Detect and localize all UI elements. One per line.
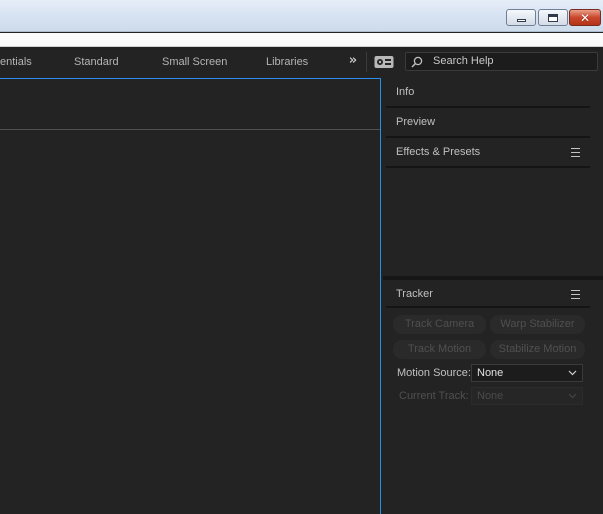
workspace-overflow-icon[interactable]: » (345, 52, 361, 70)
chevron-down-icon (568, 370, 577, 376)
info-panel-tab[interactable]: Info (386, 78, 590, 108)
effects-panel-menu-icon[interactable] (571, 148, 580, 157)
effects-presets-title: Effects & Presets (396, 146, 481, 158)
current-track-value: None (477, 390, 504, 402)
search-help-field[interactable] (405, 52, 598, 71)
tracker-panel-menu-icon[interactable] (571, 290, 580, 299)
workspace-tab-small-screen[interactable]: Small Screen (162, 48, 227, 76)
search-icon (411, 56, 423, 68)
menu-bar (0, 33, 603, 47)
composition-panel[interactable] (0, 78, 381, 514)
close-button[interactable]: ✕ (569, 9, 601, 26)
warp-stabilizer-button[interactable]: Warp Stabilizer (490, 315, 585, 334)
minimize-icon (516, 18, 526, 22)
window-titlebar: ✕ (0, 0, 603, 32)
workspace-tab-essentials[interactable]: entials (0, 48, 32, 76)
track-camera-button[interactable]: Track Camera (393, 315, 486, 334)
maximize-button[interactable] (538, 9, 568, 26)
minimize-button[interactable] (506, 9, 536, 26)
motion-source-select[interactable]: None (471, 364, 583, 382)
track-motion-button[interactable]: Track Motion (393, 340, 486, 359)
effects-presets-panel: Effects & Presets (386, 138, 590, 276)
workspace-tab-libraries[interactable]: Libraries (266, 48, 308, 76)
tracker-panel: Tracker Track Camera Warp Stabilizer Tra… (386, 280, 590, 514)
sync-settings-icon[interactable] (374, 55, 394, 69)
search-input[interactable] (433, 53, 593, 70)
maximize-icon (548, 13, 558, 22)
workspace-tab-standard[interactable]: Standard (74, 48, 119, 76)
preview-panel-title: Preview (396, 116, 436, 128)
preview-panel-tab[interactable]: Preview (386, 108, 590, 138)
info-panel-title: Info (396, 86, 415, 98)
toolbar-divider (366, 52, 367, 72)
motion-source-label: Motion Source: (397, 367, 471, 379)
effects-presets-header[interactable]: Effects & Presets (386, 138, 590, 168)
tracker-panel-header[interactable]: Tracker (386, 280, 590, 308)
motion-source-value: None (477, 367, 504, 379)
chevron-down-icon (568, 393, 577, 399)
current-track-label: Current Track: (399, 390, 469, 402)
close-icon: ✕ (579, 10, 591, 25)
tracker-panel-title: Tracker (396, 288, 433, 300)
current-track-select[interactable]: None (471, 387, 583, 405)
composition-panel-header (0, 79, 380, 130)
stabilize-motion-button[interactable]: Stabilize Motion (490, 340, 585, 359)
